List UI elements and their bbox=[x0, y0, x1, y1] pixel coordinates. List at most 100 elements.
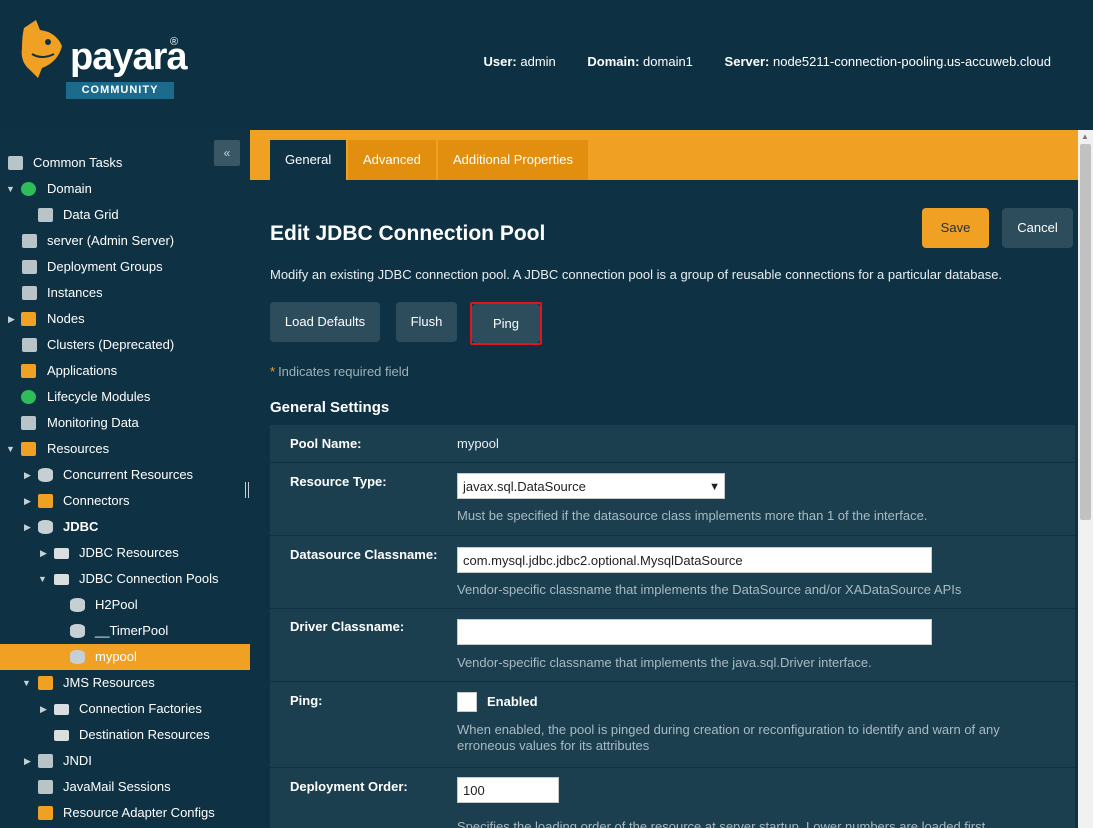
monitor-icon bbox=[21, 416, 36, 430]
tree-item-destination-resources[interactable]: Destination Resources bbox=[0, 722, 250, 748]
tree-item-deployment-groups[interactable]: Deployment Groups bbox=[0, 254, 250, 280]
row-pool-name: Pool Name: mypool bbox=[270, 425, 1075, 463]
tree-item-clusters[interactable]: Clusters (Deprecated) bbox=[0, 332, 250, 358]
community-badge: COMMUNITY bbox=[66, 82, 174, 99]
tree-item-javamail-sessions[interactable]: JavaMail Sessions bbox=[0, 774, 250, 800]
driver-classname-label: Driver Classname: bbox=[290, 619, 405, 634]
pool-name-label: Pool Name: bbox=[290, 436, 362, 451]
collapsed-arrow-icon[interactable]: ▶ bbox=[24, 488, 34, 514]
ping-help-line-1: When enabled, the pool is pinged during … bbox=[457, 722, 1000, 737]
puzzle-icon bbox=[38, 806, 53, 820]
group-icon bbox=[22, 260, 37, 274]
header-info: User: admin Domain: domain1 Server: node… bbox=[456, 54, 1052, 69]
tree-item-h2pool[interactable]: H2Pool bbox=[0, 592, 250, 618]
save-button[interactable]: Save bbox=[922, 208, 989, 248]
sidebar-resize-handle[interactable] bbox=[245, 482, 249, 498]
tab-additional-properties[interactable]: Additional Properties bbox=[438, 140, 588, 180]
deployment-order-label: Deployment Order: bbox=[290, 779, 408, 794]
resource-type-help: Must be specified if the datasource clas… bbox=[457, 508, 928, 523]
collapsed-arrow-icon[interactable]: ▶ bbox=[40, 540, 50, 566]
required-field-note: * Indicates required field bbox=[270, 364, 409, 379]
main-scrollbar[interactable]: ▲ bbox=[1078, 130, 1093, 828]
folder-icon bbox=[54, 574, 69, 585]
section-title: General Settings bbox=[270, 399, 390, 416]
domain-info: Domain: domain1 bbox=[587, 54, 693, 69]
registered-mark: ® bbox=[170, 36, 179, 48]
collapsed-arrow-icon[interactable]: ▶ bbox=[24, 748, 34, 774]
tree-item-jdbc[interactable]: ▶ JDBC bbox=[0, 514, 250, 540]
tree-item-jms-resources[interactable]: ▼ JMS Resources bbox=[0, 670, 250, 696]
ping-help-line-2: erroneous values for its attributes bbox=[457, 738, 650, 753]
tab-general[interactable]: General bbox=[270, 140, 347, 180]
tree-item-resources[interactable]: ▼ Resources bbox=[0, 436, 250, 462]
resource-type-select[interactable]: javax.sql.DataSource ▼ bbox=[457, 473, 725, 499]
load-defaults-button[interactable]: Load Defaults bbox=[270, 302, 380, 342]
database-icon bbox=[70, 624, 85, 638]
database-icon bbox=[38, 468, 53, 482]
collapsed-arrow-icon[interactable]: ▶ bbox=[8, 306, 18, 332]
collapsed-arrow-icon[interactable]: ▶ bbox=[24, 462, 34, 488]
flush-button[interactable]: Flush bbox=[396, 302, 457, 342]
tree-item-monitoring-data[interactable]: Monitoring Data bbox=[0, 410, 250, 436]
folder-icon bbox=[54, 704, 69, 715]
tree-item-data-grid[interactable]: Data Grid bbox=[0, 202, 250, 228]
main-content: General Advanced Additional Properties E… bbox=[250, 130, 1078, 828]
folder-icon bbox=[54, 730, 69, 741]
cancel-button[interactable]: Cancel bbox=[1002, 208, 1073, 248]
app-header: payara ® COMMUNITY User: admin Domain: d… bbox=[0, 0, 1093, 130]
tree-item-lifecycle-modules[interactable]: Lifecycle Modules bbox=[0, 384, 250, 410]
resources-icon bbox=[21, 442, 36, 456]
tree-item-domain[interactable]: ▼ Domain bbox=[0, 176, 250, 202]
filter-icon bbox=[38, 754, 53, 768]
datasource-classname-help: Vendor-specific classname that implement… bbox=[457, 582, 962, 597]
scrollbar-thumb[interactable] bbox=[1080, 144, 1091, 520]
database-icon bbox=[70, 650, 85, 664]
tree-item-mypool[interactable]: mypool bbox=[0, 644, 250, 670]
row-ping: Ping: Enabled When enabled, the pool is … bbox=[270, 682, 1075, 768]
datasource-classname-label: Datasource Classname: bbox=[290, 547, 438, 562]
driver-classname-input[interactable] bbox=[457, 619, 932, 645]
tree-item-jdbc-resources[interactable]: ▶ JDBC Resources bbox=[0, 540, 250, 566]
tree-item-instances[interactable]: Instances bbox=[0, 280, 250, 306]
fish-logo-icon bbox=[21, 20, 62, 78]
tab-bar: General Advanced Additional Properties bbox=[250, 130, 1078, 180]
scroll-up-arrow-icon[interactable]: ▲ bbox=[1081, 132, 1089, 141]
deployment-order-input[interactable]: 100 bbox=[457, 777, 559, 803]
ping-enabled-checkbox[interactable] bbox=[457, 692, 477, 712]
expanded-arrow-icon[interactable]: ▼ bbox=[38, 566, 48, 592]
ping-highlight-box bbox=[470, 302, 542, 345]
required-star: * bbox=[270, 364, 276, 379]
node-icon bbox=[21, 312, 36, 326]
instance-icon bbox=[22, 286, 37, 300]
tree-item-jndi[interactable]: ▶ JNDI bbox=[0, 748, 250, 774]
lifecycle-icon bbox=[21, 390, 36, 404]
tree-item-jdbc-connection-pools[interactable]: ▼ JDBC Connection Pools bbox=[0, 566, 250, 592]
user-info: User: admin bbox=[483, 54, 556, 69]
collapsed-arrow-icon[interactable]: ▶ bbox=[24, 514, 34, 540]
server-info: Server: node5211-connection-pooling.us-a… bbox=[724, 54, 1051, 69]
ping-enabled-label: Enabled bbox=[487, 694, 538, 709]
folder-icon bbox=[54, 548, 69, 559]
expanded-arrow-icon[interactable]: ▼ bbox=[22, 670, 32, 696]
database-icon bbox=[70, 598, 85, 612]
tree-item-nodes[interactable]: ▶ Nodes bbox=[0, 306, 250, 332]
tasks-icon bbox=[8, 156, 23, 170]
pool-name-value: mypool bbox=[457, 436, 499, 451]
tree-item-resource-adapter-configs[interactable]: Resource Adapter Configs bbox=[0, 800, 250, 826]
datasource-classname-input[interactable]: com.mysql.jdbc.jdbc2.optional.MysqlDataS… bbox=[457, 547, 932, 573]
tree-item-applications[interactable]: Applications bbox=[0, 358, 250, 384]
tree-item-common-tasks[interactable]: Common Tasks bbox=[0, 150, 250, 176]
database-icon bbox=[38, 520, 53, 534]
tab-advanced[interactable]: Advanced bbox=[348, 140, 436, 180]
cluster-icon bbox=[22, 338, 37, 352]
expanded-arrow-icon[interactable]: ▼ bbox=[6, 176, 16, 202]
tree-item-connection-factories[interactable]: ▶ Connection Factories bbox=[0, 696, 250, 722]
ping-label: Ping: bbox=[290, 693, 323, 708]
tree-item-server[interactable]: server (Admin Server) bbox=[0, 228, 250, 254]
server-icon bbox=[22, 234, 37, 248]
tree-item-connectors[interactable]: ▶ Connectors bbox=[0, 488, 250, 514]
tree-item-timerpool[interactable]: __TimerPool bbox=[0, 618, 250, 644]
expanded-arrow-icon[interactable]: ▼ bbox=[6, 436, 16, 462]
collapsed-arrow-icon[interactable]: ▶ bbox=[40, 696, 50, 722]
tree-item-concurrent-resources[interactable]: ▶ Concurrent Resources bbox=[0, 462, 250, 488]
